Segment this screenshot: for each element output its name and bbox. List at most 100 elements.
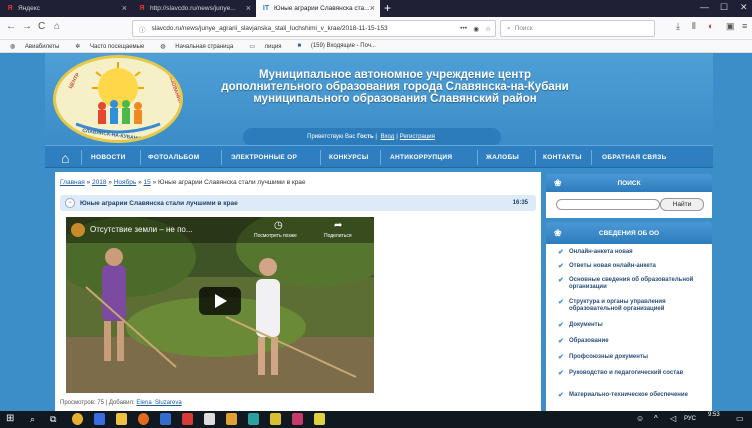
main-content: Главная » 2018 » Ноябрь » 15 » Юные агра… [55, 172, 541, 411]
breadcrumb-day[interactable]: 15 [144, 179, 151, 186]
sidebar-item[interactable]: ✔ Образование [558, 338, 706, 345]
firefox-icon[interactable] [138, 413, 149, 425]
close-icon[interactable]: × [246, 3, 251, 13]
reload-icon[interactable]: C [38, 21, 45, 32]
sidebar-item[interactable]: ✔ Ответы новая онлайн-анкета [558, 263, 706, 270]
chrome-icon[interactable] [72, 413, 83, 425]
sidebar-item[interactable]: ✔ Основные сведения об образовательной ор… [558, 277, 706, 291]
sidebar-item[interactable]: ✔ Руководство и педагогический состав [558, 370, 706, 377]
windows-start-icon[interactable]: ⊞ [6, 413, 14, 424]
menu-news[interactable]: НОВОСТИ [91, 146, 126, 169]
watch-later-label[interactable]: Посмотреть позже [254, 233, 297, 239]
minimize-icon[interactable]: — [700, 2, 709, 12]
menu-photoalbum[interactable]: ФОТОАЛЬБОМ [148, 146, 199, 169]
store-icon[interactable] [116, 413, 127, 425]
app-icon[interactable] [182, 413, 193, 425]
bookmark-label: Начальная страница [175, 43, 234, 50]
menu-contacts[interactable]: КОНТАКТЫ [543, 146, 582, 169]
info-icon[interactable]: ⓘ [139, 24, 146, 34]
bookmark-avia[interactable]: ◍ Авиабилеты [5, 43, 62, 50]
register-link[interactable]: Регистрация [400, 134, 435, 140]
app-icon[interactable] [314, 413, 325, 425]
new-tab-icon[interactable]: + [384, 1, 391, 15]
clock[interactable]: 9:53 [708, 412, 720, 418]
author-link[interactable]: Elena_Sluzareva [136, 400, 181, 406]
forward-icon[interactable]: → [22, 21, 32, 32]
volume-icon[interactable]: ◁ [670, 414, 676, 423]
app-icon[interactable] [270, 413, 281, 425]
sidebar-item[interactable]: ✔ Профсоюзные документы [558, 354, 706, 361]
people-icon[interactable]: ☺ [636, 414, 644, 423]
breadcrumb-month[interactable]: Ноябрь [114, 179, 137, 186]
article-meta: Просмотров: 75 | Добавил: Elena_Sluzarev… [60, 400, 182, 406]
check-icon: ✔ [558, 263, 564, 270]
app-icon[interactable] [204, 413, 215, 425]
tab-slavcdo[interactable]: Я http://slavcdo.ru/news/junye... × [132, 0, 256, 17]
tab-article[interactable]: IT Юные аграрии Славянска ста... × [256, 0, 380, 17]
back-icon[interactable]: ← [6, 21, 16, 32]
video-player[interactable]: Отсутствие земли – не по... ◷ Посмотреть… [66, 217, 374, 393]
search-button[interactable]: Найти [660, 198, 704, 211]
app-icon[interactable] [94, 413, 105, 425]
home-icon[interactable]: ⌂ [54, 21, 60, 32]
breadcrumb-year[interactable]: 2018 [92, 179, 106, 186]
language-indicator[interactable]: РУС [684, 416, 696, 422]
sidebar-item[interactable]: ✔ Материально-техническое обеспечение [558, 392, 706, 399]
menu-contests[interactable]: КОНКУРСЫ [329, 146, 369, 169]
close-window-icon[interactable]: ✕ [740, 2, 748, 13]
sidebar-item-label: Профсоюзные документы [569, 354, 648, 360]
sidebar-icon[interactable]: ▣ [726, 21, 735, 32]
app-icon[interactable] [226, 413, 237, 425]
breadcrumb-separator: » [138, 179, 142, 186]
sidebar-item[interactable]: ✔ Онлайн-анкета новая [558, 249, 706, 256]
addon-icon[interactable]: ◐ [708, 21, 713, 31]
download-icon[interactable]: ⤓ [676, 21, 680, 32]
sidebar-item-label: Материально-техническое обеспечение [569, 392, 688, 398]
watch-later-icon[interactable]: ◷ [274, 220, 283, 231]
channel-avatar[interactable] [71, 223, 85, 237]
menu-complaints[interactable]: ЖАЛОБЫ [486, 146, 519, 169]
home-icon[interactable]: ⌂ [61, 146, 70, 169]
bookmark-frequent[interactable]: ✲ Часто посещаемые [70, 43, 147, 50]
menu-feedback[interactable]: ОБРАТНАЯ СВЯЗЬ [602, 146, 667, 169]
collapse-icon[interactable]: − [65, 198, 75, 208]
library-icon[interactable]: ⫴ [692, 21, 696, 32]
app-icon[interactable] [292, 413, 303, 425]
pocket-icon[interactable]: ◉ [473, 25, 479, 33]
search-icon[interactable]: ⌕ [30, 414, 35, 425]
url-bar[interactable]: ⓘ slavcdo.ru/news/junye_agrarii_slavjans… [132, 20, 496, 37]
app-icon[interactable] [248, 413, 259, 425]
folder-icon: ▭ [249, 43, 255, 50]
close-icon[interactable]: × [370, 3, 375, 13]
tab-title: Юные аграрии Славянска ста... [274, 5, 370, 12]
bookmark-licia[interactable]: ▭ лиция [244, 43, 284, 50]
notifications-icon[interactable]: ▭ [736, 414, 744, 423]
login-link[interactable]: Вход [381, 134, 395, 140]
app-icon[interactable] [160, 413, 171, 425]
share-label[interactable]: Поделиться [324, 233, 352, 239]
sidebar-item[interactable]: ✔ Структура и органы управления образоват… [558, 299, 706, 313]
site-search-input[interactable] [556, 199, 660, 210]
play-button[interactable] [199, 287, 241, 315]
article-title-bar: − Юные аграрии Славянска стали лучшими в… [60, 195, 536, 211]
site-logo[interactable]: СЛАВЯНСК-НА-КУБАНИ ЦЕНТР ОБРАЗОВАНИЯ [53, 55, 183, 143]
search-input[interactable]: ⌕ Поиск [500, 20, 655, 37]
bookmark-start[interactable]: ◍ Начальная страница [155, 43, 236, 50]
tab-yandex[interactable]: Я Яндекс × [0, 0, 132, 17]
bookmark-star-icon[interactable]: ☆ [485, 25, 491, 33]
task-view-icon[interactable]: ⧉ [50, 414, 56, 425]
info-box-body: ✔ Онлайн-анкета новая ✔ Ответы новая онлай… [546, 244, 712, 411]
bookmark-mail[interactable]: ■ (159) Входящие - Поч... [293, 43, 379, 49]
sidebar-item-label: Онлайн-анкета новая [569, 249, 633, 255]
breadcrumb-home[interactable]: Главная [60, 179, 85, 186]
menu-electronic-or[interactable]: ЭЛЕКТРОННЫЕ ОР [231, 146, 297, 169]
share-icon[interactable]: ➦ [334, 220, 342, 231]
video-title[interactable]: Отсутствие земли – не по... [90, 225, 193, 234]
menu-icon[interactable]: ≡ [742, 21, 747, 31]
maximize-icon[interactable]: ☐ [720, 2, 728, 13]
sidebar-item[interactable]: ✔ Документы [558, 322, 706, 329]
tray-chevron-icon[interactable]: ^ [654, 414, 658, 423]
menu-anticorruption[interactable]: АНТИКОРРУПЦИЯ [390, 146, 452, 169]
close-icon[interactable]: × [122, 3, 127, 13]
page-actions-icon[interactable]: ••• [460, 25, 467, 32]
